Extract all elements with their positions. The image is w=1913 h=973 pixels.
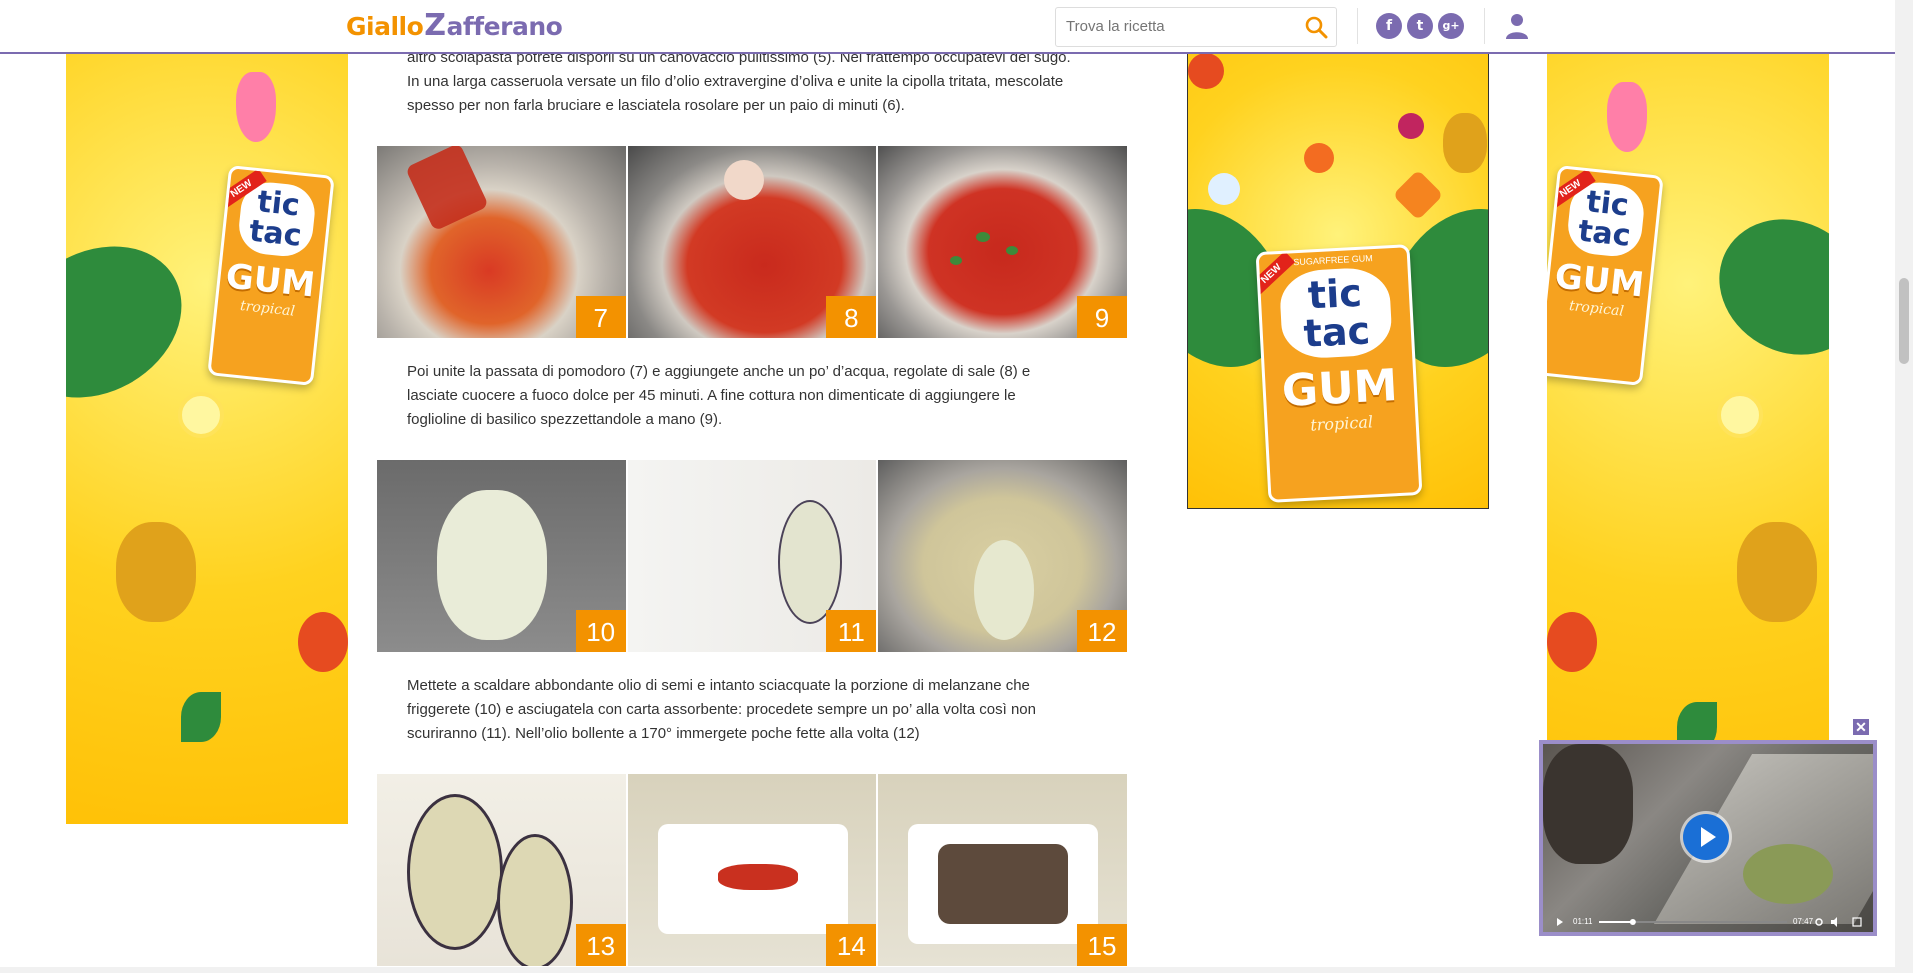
- basil-leaf-icon: [950, 256, 963, 265]
- tictac-pack-image: NEW tic tac GUM tropical: [207, 165, 335, 386]
- settings-icon: [1815, 918, 1823, 926]
- vertical-scrollbar[interactable]: [1895, 0, 1913, 973]
- step-photo[interactable]: 9: [878, 146, 1128, 338]
- left-skin-ad[interactable]: NEW tic tac GUM tropical: [66, 52, 348, 824]
- volume-icon: [1831, 917, 1837, 927]
- eggplant-slice-image: [777, 500, 842, 624]
- controls-svg: [1557, 917, 1862, 927]
- hand-image: [723, 160, 764, 200]
- step-number-badge: 11: [826, 610, 877, 652]
- search-input[interactable]: [1056, 8, 1286, 44]
- fried-eggplant-image: [407, 794, 503, 950]
- scrollbar-thumb[interactable]: [1899, 278, 1909, 364]
- video-controls: 01:11 07:47: [1543, 912, 1873, 932]
- umbrella-icon: [1208, 173, 1240, 205]
- right-skin-ad[interactable]: NEW tic tac GUM tropical: [1547, 52, 1829, 824]
- step-number-badge: 12: [1077, 610, 1128, 652]
- step-photo[interactable]: 14: [627, 774, 877, 966]
- mango-icon: [298, 612, 348, 672]
- pineapple-icon: [116, 522, 196, 622]
- leaf-icon: [181, 692, 221, 742]
- step-photo-row: 7 8 9: [377, 146, 1128, 338]
- logo-text-giallo: Giallo: [346, 12, 424, 41]
- step-photo[interactable]: 13: [377, 774, 626, 966]
- logo-text-afferano: afferano: [446, 12, 563, 41]
- step-number-badge: 9: [1077, 296, 1128, 338]
- basil-leaf-icon: [1006, 246, 1019, 255]
- tictac-logo: tic tac: [1278, 266, 1393, 360]
- eggplant-layer-image: [938, 844, 1069, 924]
- step-number-badge: 13: [575, 924, 626, 966]
- fullscreen-icon: [1852, 917, 1862, 927]
- play-icon: [1701, 827, 1716, 847]
- recipe-step-text: Poi unite la passata di pomodoro (7) e a…: [407, 363, 1031, 428]
- search-icon[interactable]: [1304, 15, 1328, 39]
- hand-image: [1543, 744, 1633, 864]
- starfish-icon: [1392, 169, 1444, 221]
- vegetable-image: [1743, 844, 1833, 904]
- horizontal-scrollbar: [0, 967, 1895, 973]
- step-photo-row: 10 11 12: [377, 460, 1128, 652]
- fried-eggplant-image: [497, 834, 573, 966]
- site-logo[interactable]: GialloZafferano: [346, 8, 563, 43]
- search-box: [1055, 7, 1337, 47]
- flamingo-icon: [236, 72, 276, 142]
- user-account-icon[interactable]: [1504, 12, 1530, 40]
- video-duration: 07:47: [1793, 917, 1814, 926]
- pineapple-icon: [1737, 522, 1817, 622]
- header-divider: [1357, 8, 1358, 44]
- step-photo[interactable]: 10: [377, 460, 626, 652]
- step-photo-row: 13 14 15: [377, 774, 1128, 966]
- tictac-pack-image: NEW SUGARFREE GUM tic tac GUM tropical: [1255, 244, 1423, 503]
- header-divider: [1484, 8, 1485, 44]
- google-plus-icon[interactable]: g+: [1438, 13, 1464, 39]
- basil-leaf-icon: [976, 232, 991, 242]
- seek-handle: [1629, 919, 1636, 925]
- mango-icon: [1188, 53, 1224, 89]
- play-button[interactable]: [1683, 814, 1729, 860]
- step-number-badge: 8: [826, 296, 877, 338]
- step-number-badge: 15: [1077, 924, 1128, 966]
- step-number-badge: 7: [575, 296, 626, 338]
- pineapple-icon: [1443, 113, 1487, 173]
- close-video-button[interactable]: ✕: [1853, 719, 1869, 735]
- pineapple-slice-icon: [1717, 392, 1763, 438]
- video-current-time: 01:11: [1573, 917, 1593, 926]
- recipe-step-text: altro scolapasta potrete disporli su un …: [407, 49, 1071, 114]
- step-number-badge: 14: [826, 924, 877, 966]
- sidebar-ad[interactable]: NEW SUGARFREE GUM tic tac GUM tropical: [1187, 52, 1489, 509]
- step-photo[interactable]: 15: [878, 774, 1128, 966]
- pineapple-slice-icon: [178, 392, 224, 438]
- mango-icon: [1547, 612, 1597, 672]
- tictac-pack-image: NEW tic tac GUM tropical: [1547, 165, 1664, 386]
- logo-z-icon: Z: [424, 8, 446, 43]
- eggplant-slices-image: [437, 490, 547, 640]
- flower-icon: [1398, 113, 1424, 139]
- product-name: GUM: [1280, 359, 1399, 417]
- orange-icon: [1304, 143, 1334, 173]
- recipe-step-text: Mettete a scaldare abbondante olio di se…: [407, 677, 1036, 742]
- step-number-badge: 10: [575, 610, 626, 652]
- step-photo[interactable]: 11: [627, 460, 877, 652]
- facebook-icon[interactable]: f: [1376, 13, 1402, 39]
- flamingo-icon: [1607, 82, 1647, 152]
- palm-leaf-icon: [1694, 193, 1829, 381]
- jug-image: [405, 146, 489, 232]
- site-header: GialloZafferano f t g+: [0, 0, 1895, 54]
- floating-video-player[interactable]: 01:11 07:47: [1539, 740, 1877, 936]
- twitter-icon[interactable]: t: [1407, 13, 1433, 39]
- step-photo[interactable]: 7: [377, 146, 626, 338]
- tomato-sauce-image: [717, 864, 798, 890]
- step-photo[interactable]: 12: [878, 460, 1128, 652]
- eggplant-slice-image: [974, 540, 1035, 640]
- step-photo[interactable]: 8: [627, 146, 877, 338]
- play-small-icon: [1557, 918, 1563, 926]
